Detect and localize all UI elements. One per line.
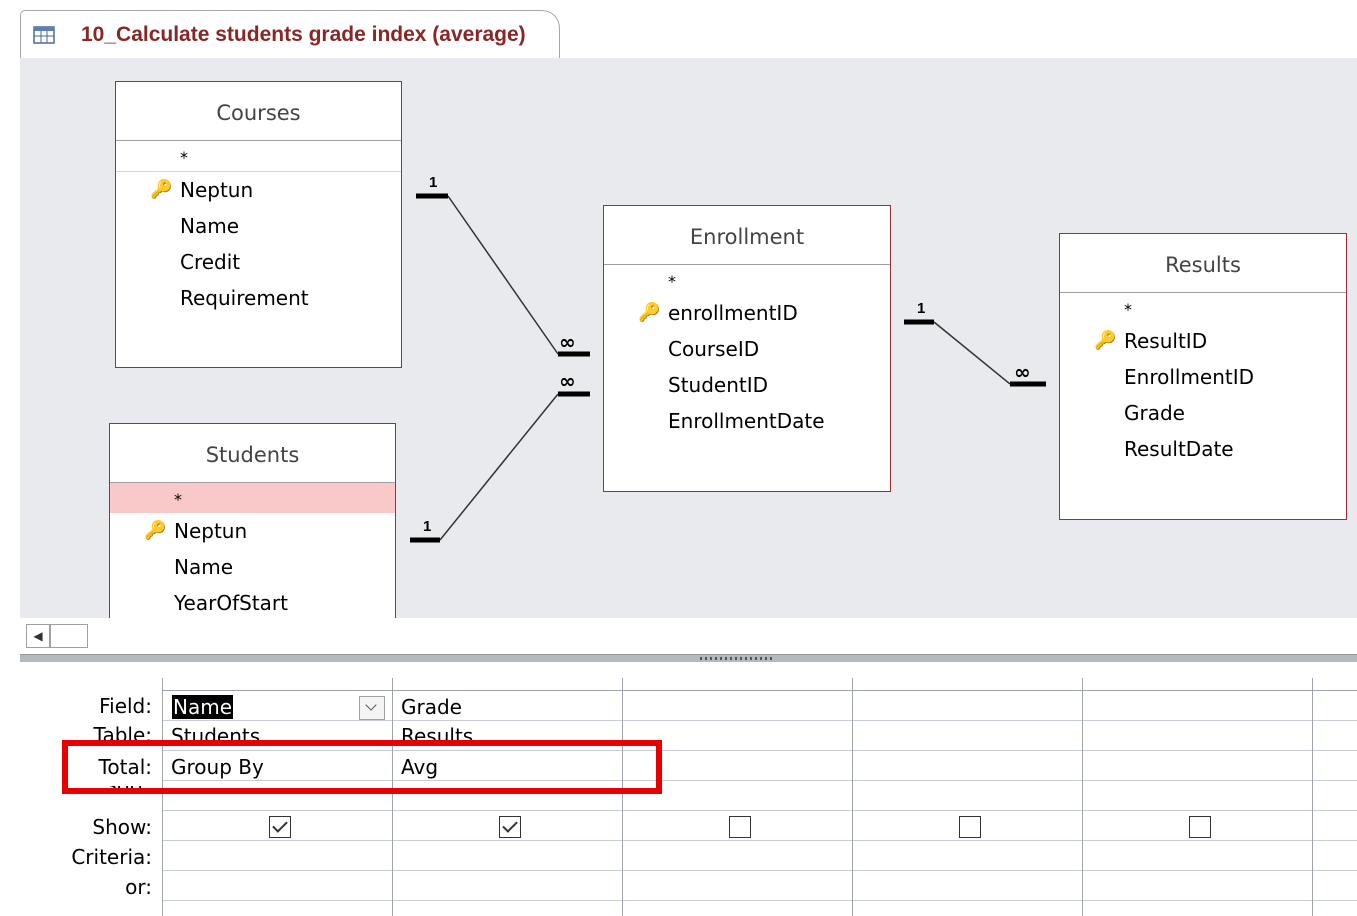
field-enrollmentid[interactable]: 🔑 enrollmentID	[604, 295, 890, 331]
table-courses[interactable]: Courses * 🔑 Neptun Name Credit Requiremen…	[115, 81, 402, 368]
design-horizontal-scrollbar[interactable]: ◀	[20, 618, 1357, 654]
field-neptun[interactable]: 🔑 Neptun	[116, 172, 401, 208]
grid-column-2[interactable]: Grade Results Avg	[392, 678, 623, 916]
table-title: Enrollment	[604, 206, 890, 265]
scroll-thumb[interactable]	[50, 624, 88, 648]
splitter-grip-icon	[700, 657, 772, 660]
show-checkbox[interactable]	[1189, 816, 1211, 838]
grid-column-4[interactable]	[852, 678, 1083, 916]
field-enrollmentdate[interactable]: EnrollmentDate	[604, 403, 890, 439]
many-marker: ∞	[559, 330, 576, 354]
field-all[interactable]: *	[604, 265, 890, 295]
tab-title: 10_Calculate students grade index (avera…	[81, 23, 526, 46]
one-marker: 1	[423, 518, 431, 535]
field-requirement[interactable]: Requirement	[116, 280, 401, 316]
field-cell[interactable]: Name	[172, 695, 234, 719]
table-enrollment[interactable]: Enrollment * 🔑 enrollmentID CourseID Stud…	[603, 205, 891, 492]
row-label-show: Show:	[92, 815, 152, 839]
row-label-table: Table:	[93, 723, 152, 741]
primary-key-icon: 🔑	[150, 179, 173, 200]
relationship-students-enrollment	[410, 391, 590, 543]
field-enrollmentid[interactable]: EnrollmentID	[1060, 359, 1346, 395]
table-title: Results	[1060, 234, 1346, 293]
grid-column-5[interactable]	[1082, 678, 1313, 916]
many-marker: ∞	[559, 369, 576, 393]
table-students[interactable]: Students * 🔑 Neptun Name YearOfStart	[109, 423, 396, 618]
field-resultid[interactable]: 🔑 ResultID	[1060, 323, 1346, 359]
table-results[interactable]: Results * 🔑 ResultID EnrollmentID Grade R…	[1059, 233, 1347, 520]
show-checkbox[interactable]	[959, 816, 981, 838]
many-marker: ∞	[1014, 360, 1031, 384]
field-studentid[interactable]: StudentID	[604, 367, 890, 403]
field-cell[interactable]: Grade	[401, 695, 462, 719]
field-credit[interactable]: Credit	[116, 244, 401, 280]
field-name[interactable]: Name	[110, 549, 395, 585]
show-checkbox[interactable]	[269, 816, 291, 838]
column-selector[interactable]	[1313, 678, 1357, 691]
relationship-design-pane[interactable]: 1 1 1 ∞ ∞ ∞ Courses * 🔑 Neptun Name Credi…	[20, 58, 1357, 618]
column-selector[interactable]	[163, 678, 393, 691]
field-name[interactable]: Name	[116, 208, 401, 244]
field-all[interactable]: *	[110, 483, 395, 513]
grid-column-3[interactable]	[622, 678, 853, 916]
grid-column-1[interactable]: Name Students Group By	[162, 678, 393, 916]
field-courseid[interactable]: CourseID	[604, 331, 890, 367]
row-label-field: Field:	[99, 694, 152, 718]
field-grade[interactable]: Grade	[1060, 395, 1346, 431]
show-checkbox[interactable]	[499, 816, 521, 838]
primary-key-icon: 🔑	[638, 302, 661, 323]
table-title: Students	[110, 424, 395, 483]
table-title: Courses	[116, 82, 401, 141]
document-tab-bar: 10_Calculate students grade index (avera…	[0, 0, 1357, 58]
query-tab[interactable]: 10_Calculate students grade index (avera…	[20, 10, 560, 58]
field-yearofstart[interactable]: YearOfStart	[110, 585, 395, 618]
column-selector[interactable]	[853, 678, 1083, 691]
column-selector[interactable]	[393, 678, 623, 691]
dropdown-arrow-icon[interactable]	[359, 696, 385, 720]
primary-key-icon: 🔑	[1094, 330, 1117, 351]
column-selector[interactable]	[1083, 678, 1313, 691]
scroll-left-button[interactable]: ◀	[26, 624, 50, 648]
column-selector[interactable]	[623, 678, 853, 691]
field-all[interactable]: *	[1060, 293, 1346, 323]
primary-key-icon: 🔑	[144, 520, 167, 541]
field-resultdate[interactable]: ResultDate	[1060, 431, 1346, 467]
show-checkbox[interactable]	[729, 816, 751, 838]
total-row-highlight	[62, 740, 662, 794]
field-neptun[interactable]: 🔑 Neptun	[110, 513, 395, 549]
one-marker: 1	[429, 174, 437, 191]
one-marker: 1	[917, 300, 925, 317]
query-icon	[33, 26, 55, 44]
grid-column-6[interactable]	[1312, 678, 1357, 916]
row-label-criteria: Criteria:	[71, 845, 152, 869]
row-label-or: or:	[125, 875, 152, 899]
field-all[interactable]: *	[116, 141, 401, 172]
